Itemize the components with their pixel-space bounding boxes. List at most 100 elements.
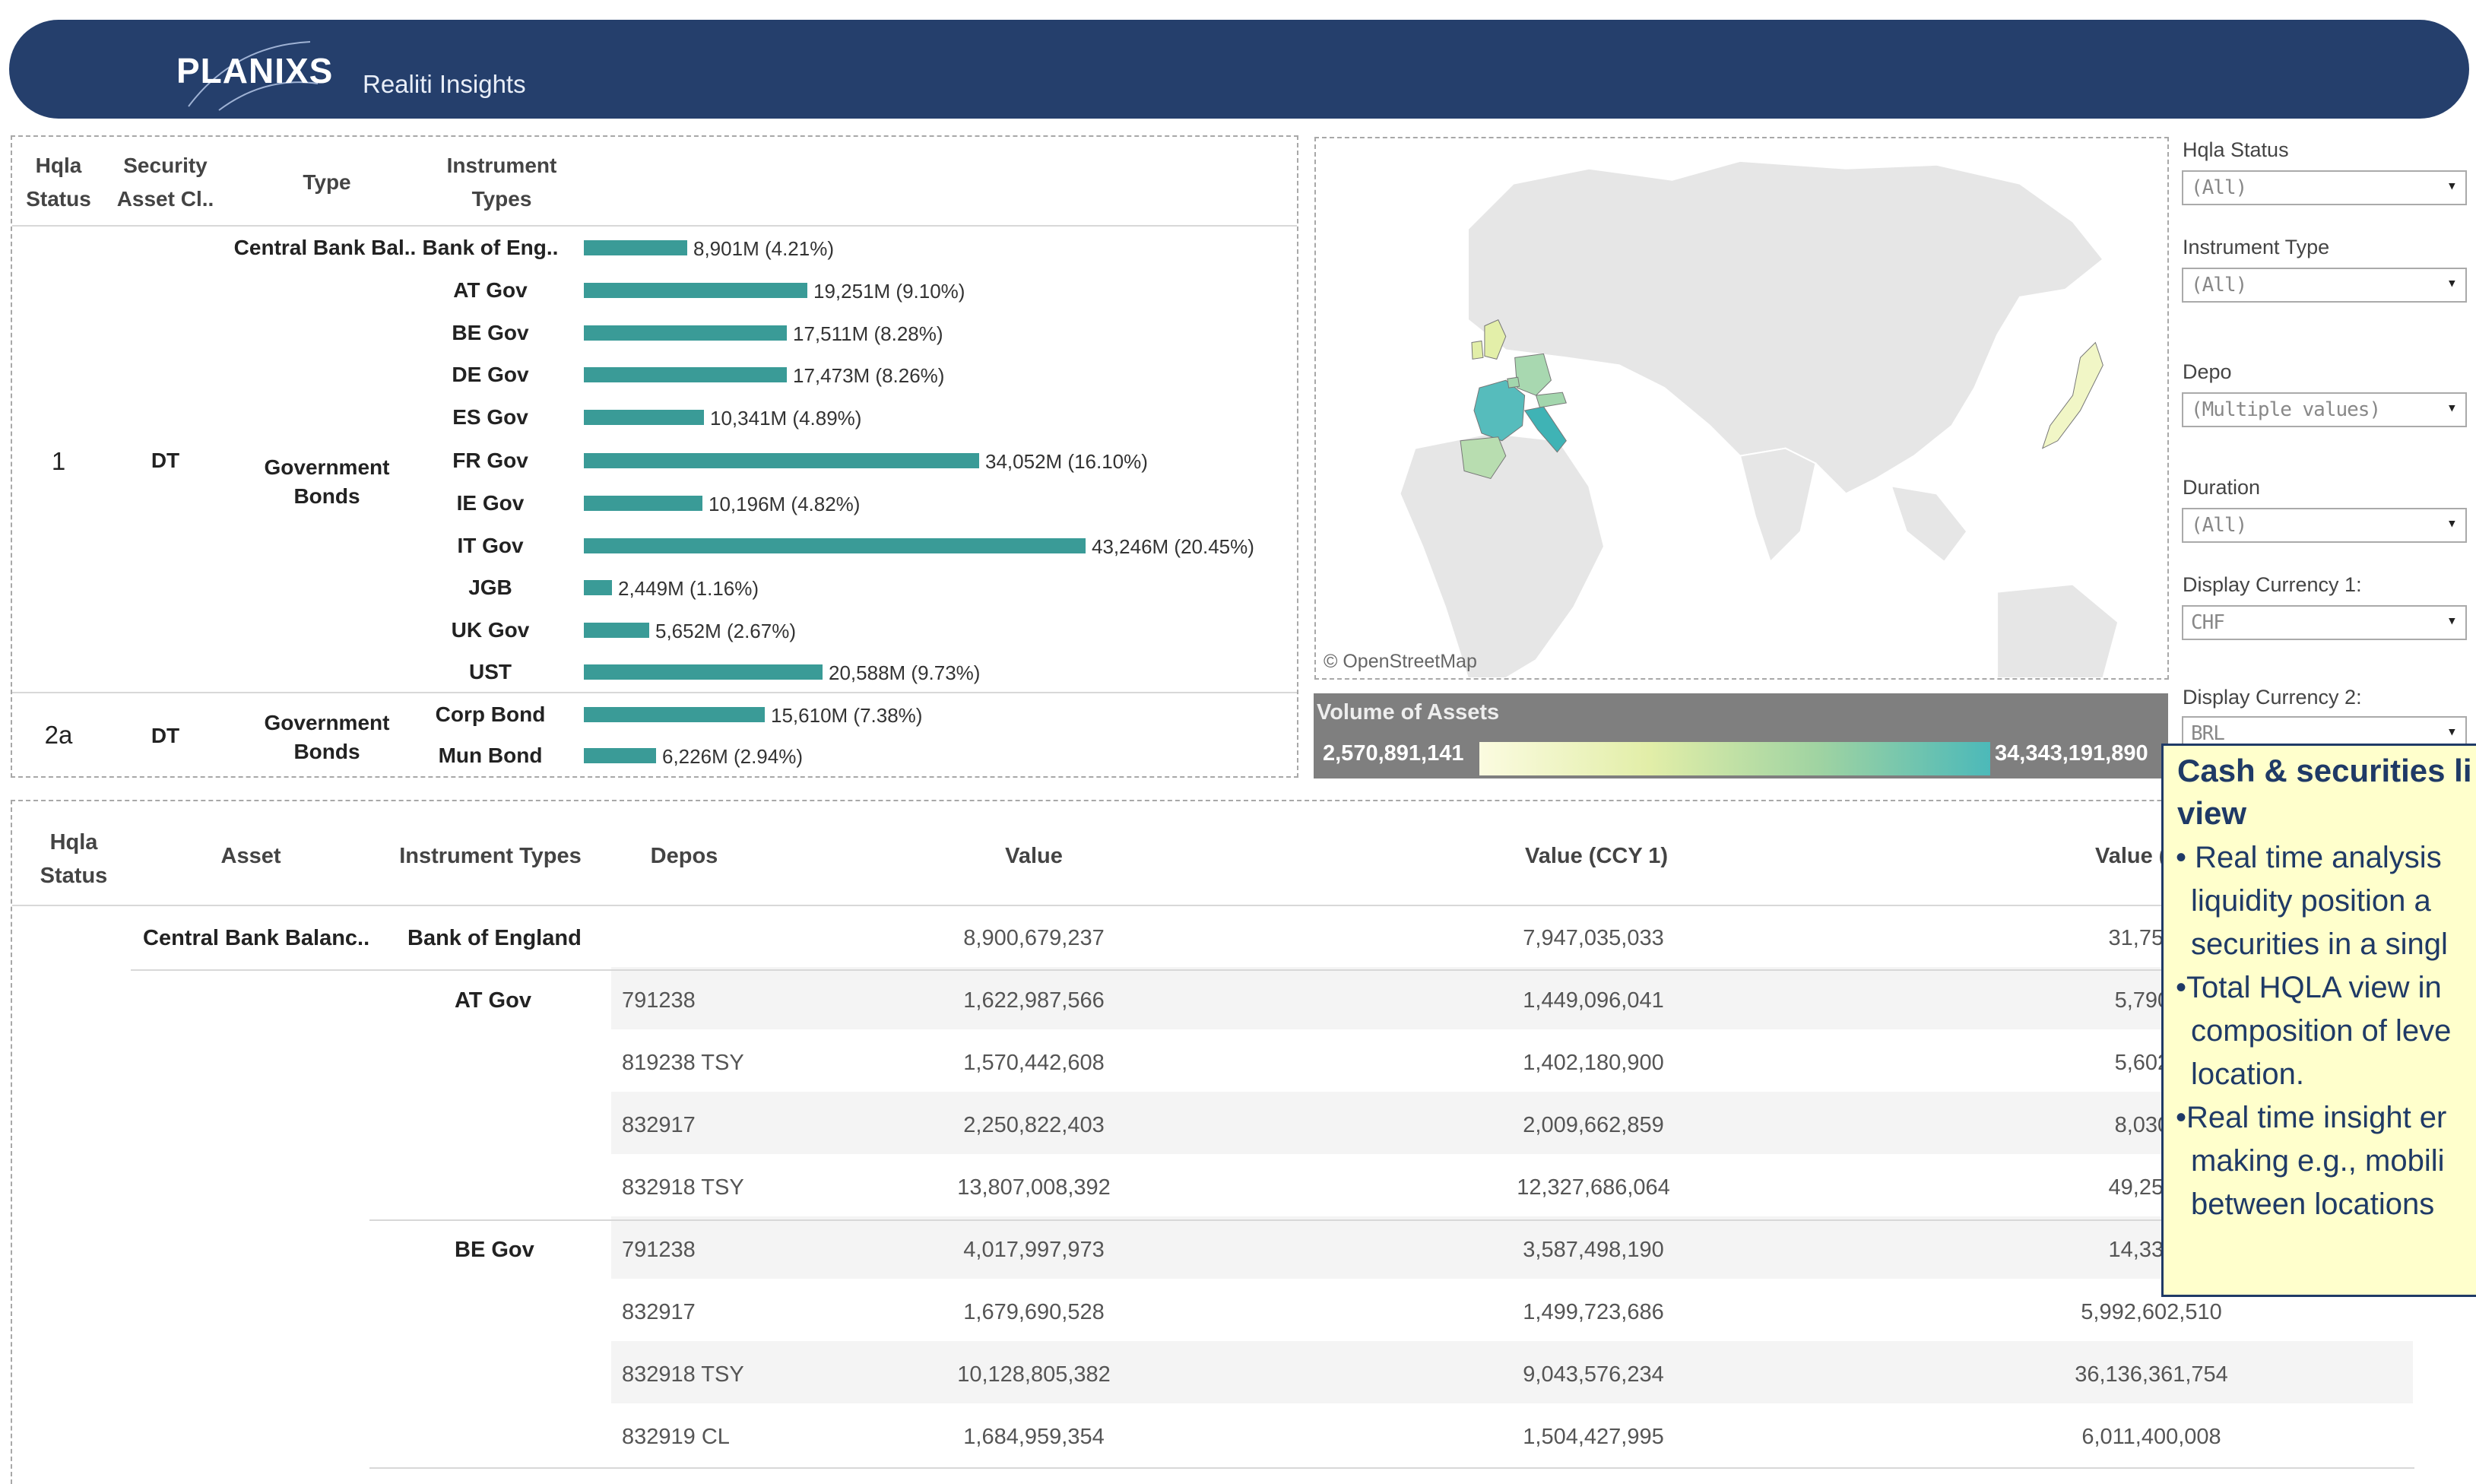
bar[interactable]	[584, 283, 807, 298]
bar[interactable]	[584, 748, 656, 763]
bar-value-label: 10,196M (4.82%)	[709, 493, 861, 515]
bar[interactable]	[584, 410, 704, 425]
map-land-fr	[1473, 379, 1526, 442]
dropdown-arrow-icon: ▾	[2446, 398, 2457, 417]
map-land-be	[1507, 376, 1520, 388]
map-land-australia	[1996, 583, 2119, 679]
table-value: 8,900,679,237	[963, 926, 1105, 950]
filter-label-hqla: Hqla Status	[2183, 138, 2289, 161]
world-map[interactable]	[1314, 137, 2169, 680]
tooltip-line: liquidity position a	[2191, 884, 2431, 918]
bar-value-label: 17,473M (8.26%)	[793, 364, 945, 387]
bar-value-label: 6,226M (2.94%)	[662, 745, 803, 768]
bar-value-label: 15,610M (7.38%)	[771, 704, 923, 727]
table-value: 1,684,959,354	[963, 1425, 1105, 1449]
dropdown-arrow-icon: ▾	[2446, 274, 2457, 293]
instrument-label: IE Gov	[456, 491, 525, 515]
instrument-label: FR Gov	[452, 449, 528, 472]
tooltip-line: location.	[2191, 1058, 2304, 1091]
legend-min-value: 2,570,891,141	[1323, 741, 1464, 766]
table-value-ccy1: 1,499,723,686	[1523, 1300, 1664, 1324]
table-value: 1,679,690,528	[963, 1300, 1105, 1324]
filter-select-depo[interactable]: (Multiple values) ▾	[2182, 392, 2467, 427]
table-value-ccy1: 1,504,427,995	[1523, 1425, 1664, 1449]
map-land-at	[1535, 392, 1567, 408]
bar[interactable]	[584, 453, 979, 468]
table-instrument-type: AT Gov	[455, 988, 531, 1013]
table-depo: 832917	[622, 1300, 696, 1324]
map-land-seasia	[1890, 485, 1968, 563]
filter-select-hqla[interactable]: (All) ▾	[2182, 170, 2467, 205]
instrument-label: IT Gov	[457, 534, 524, 557]
dropdown-arrow-icon: ▾	[2446, 722, 2457, 741]
map-svg	[1399, 160, 2119, 679]
legend-title: Volume of Assets	[1317, 700, 1500, 725]
instrument-label: DE Gov	[452, 363, 529, 386]
table-depo: 819238 TSY	[622, 1051, 744, 1075]
instrument-label: Bank of Eng..	[422, 236, 559, 259]
bar-value-label: 2,449M (1.16%)	[618, 577, 759, 600]
filter-select-instrument-type[interactable]: (All) ▾	[2182, 268, 2467, 303]
bar-value-label: 17,511M (8.28%)	[793, 322, 943, 345]
instrument-label: UST	[469, 660, 512, 683]
filter-select-duration[interactable]: (All) ▾	[2182, 508, 2467, 543]
tooltip-line: between locations	[2191, 1188, 2435, 1221]
tooltip-line: • Real time analysis	[2176, 841, 2442, 874]
filter-select-currency-1[interactable]: CHF ▾	[2182, 605, 2467, 640]
table-value-ccy1: 1,402,180,900	[1523, 1051, 1664, 1075]
asset-class-2: DT	[151, 724, 180, 747]
bar[interactable]	[584, 664, 823, 680]
bar[interactable]	[584, 367, 787, 382]
table-value-ccy1: 7,947,035,033	[1523, 926, 1664, 950]
bar[interactable]	[584, 623, 649, 638]
bar[interactable]	[584, 496, 702, 511]
bar[interactable]	[584, 538, 1086, 553]
map-land-jp	[2041, 341, 2103, 449]
instrument-label: Mun Bond	[438, 744, 543, 767]
instrument-label: UK Gov	[451, 618, 530, 642]
app-subtitle: Realiti Insights	[363, 70, 526, 98]
tooltip-line: •Real time insight er	[2176, 1101, 2447, 1134]
table-value-ccy1: 2,009,662,859	[1523, 1113, 1664, 1137]
filter-label-duration: Duration	[2183, 476, 2261, 499]
table-header-hqla: Hqla Status	[40, 830, 108, 888]
filter-label-depo: Depo	[2183, 360, 2232, 383]
tooltip-title: Cash & securities li view	[2177, 753, 2472, 831]
tooltip-line: •Total HQLA view in	[2176, 971, 2442, 1004]
table-value-ccy2: 36,136,361,754	[2075, 1362, 2228, 1387]
map-attribution[interactable]: © OpenStreetMap	[1324, 651, 1477, 673]
table-instrument-type: BE Gov	[455, 1238, 534, 1262]
dropdown-arrow-icon: ▾	[2446, 611, 2457, 630]
instrument-label: ES Gov	[452, 405, 528, 429]
legend-gradient	[1479, 742, 1990, 775]
map-land-india	[1739, 447, 1817, 563]
instrument-label: AT Gov	[453, 278, 528, 302]
asset-class-1: DT	[151, 449, 180, 472]
logo: PLANIXS	[176, 51, 334, 90]
col-header-instrument-types: Instrument Types	[446, 154, 557, 211]
table-header-depos: Depos	[650, 844, 718, 868]
bar-value-label: 10,341M (4.89%)	[710, 407, 862, 430]
bar-value-label: 20,588M (9.73%)	[829, 661, 981, 684]
bar[interactable]	[584, 240, 687, 255]
divider	[12, 692, 1297, 693]
table-value: 1,570,442,608	[963, 1051, 1105, 1075]
tooltip-line: making e.g., mobili	[2191, 1144, 2445, 1178]
bar-value-label: 5,652M (2.67%)	[655, 620, 796, 642]
filter-label-currency-2: Display Currency 2:	[2183, 686, 2362, 709]
table-value: 13,807,008,392	[957, 1175, 1111, 1200]
bar[interactable]	[584, 580, 612, 595]
bar[interactable]	[584, 707, 765, 722]
table-depo: 832918 TSY	[622, 1362, 744, 1387]
hqla-status-2a: 2a	[44, 721, 73, 749]
bar[interactable]	[584, 325, 787, 341]
dropdown-arrow-icon: ▾	[2446, 176, 2457, 195]
table-value: 4,017,997,973	[963, 1238, 1105, 1262]
table-depo: 832919 CL	[622, 1425, 730, 1449]
table-value-ccy1: 3,587,498,190	[1523, 1238, 1664, 1262]
table-instrument-type: Bank of England	[407, 926, 582, 950]
table-value: 2,250,822,403	[963, 1113, 1105, 1137]
map-land-de	[1514, 353, 1552, 396]
row-divider	[131, 969, 2411, 971]
table-value-ccy1: 1,449,096,041	[1523, 988, 1664, 1013]
